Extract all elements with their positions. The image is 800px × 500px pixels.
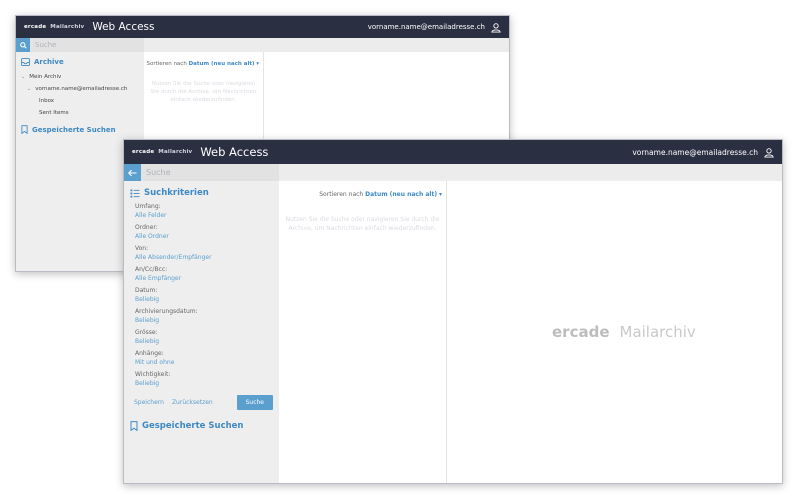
- chevron-down-icon[interactable]: ⌄: [21, 74, 25, 80]
- criteria-value[interactable]: Alle Ordner: [135, 233, 273, 240]
- user-email[interactable]: vorname.name@emailadresse.ch: [632, 148, 758, 157]
- saved-search-icon: [130, 421, 138, 431]
- criteria-from[interactable]: Von: Alle Absender/Empfänger: [130, 245, 273, 261]
- archive-icon: [21, 58, 30, 66]
- search-submit-button[interactable]: Suche: [236, 395, 273, 410]
- criteria-value[interactable]: Mit und ohne: [135, 359, 273, 366]
- brand-logo: ercade: [132, 149, 155, 155]
- sort-value[interactable]: Datum (neu nach alt): [365, 191, 437, 198]
- tree-item-label: Inbox: [39, 98, 55, 104]
- sort-prefix: Sortieren nach: [319, 191, 364, 198]
- back-arrow-icon: [128, 169, 137, 176]
- criteria-value[interactable]: Beliebig: [135, 338, 273, 345]
- criteria-title: Suchkriterien: [144, 188, 209, 198]
- criteria-label: An/Cc/Bcc:: [135, 266, 168, 273]
- tree-item-mailbox[interactable]: ⌄ vorname.name@emailadresse.ch: [21, 86, 139, 92]
- search-button[interactable]: [16, 38, 30, 52]
- criteria-size[interactable]: Grösse: Beliebig: [130, 329, 273, 345]
- tree-item-mein-archiv[interactable]: ⌄ Mein Archiv: [21, 74, 139, 80]
- sort-control[interactable]: Sortieren nach Datum (neu nach alt) ▾: [144, 52, 263, 67]
- search-bar: Suche: [16, 38, 509, 52]
- search-bar: Suche: [124, 164, 782, 181]
- user-email[interactable]: vorname.name@emailadresse.ch: [368, 23, 485, 31]
- criteria-actions: Speichern Zurücksetzen Suche: [130, 395, 273, 410]
- sort-control[interactable]: Sortieren nach Datum (neu nach alt) ▾: [279, 181, 446, 198]
- search-window: ercade Mailarchiv Web Access vorname.nam…: [123, 139, 783, 484]
- reset-button[interactable]: Zurücksetzen: [172, 399, 213, 406]
- chevron-down-icon[interactable]: ⌄: [27, 86, 31, 92]
- logo-wordmark: ercade: [552, 323, 610, 341]
- archive-title: Archive: [34, 58, 64, 66]
- saved-search-icon: [21, 125, 28, 134]
- criteria-importance[interactable]: Wichtigkeit: Beliebig: [130, 371, 273, 387]
- sort-prefix: Sortieren nach: [146, 61, 187, 67]
- criteria-archive-date[interactable]: Archivierungsdatum: Beliebig: [130, 308, 273, 324]
- tree-item-label: vorname.name@emailadresse.ch: [35, 86, 128, 92]
- criteria-label: Grösse:: [135, 329, 158, 336]
- criteria-label: Anhänge:: [135, 350, 164, 357]
- empty-hint: Nutzen Sie die Suche oder navigieren Sie…: [285, 216, 440, 232]
- criteria-section-title: Suchkriterien: [130, 188, 273, 198]
- reading-pane: ercade Mailarchiv: [447, 181, 782, 483]
- sort-value[interactable]: Datum (neu nach alt): [189, 61, 255, 67]
- logo-product-name: Mailarchiv: [619, 323, 696, 341]
- filter-list-icon: [130, 188, 140, 198]
- criteria-scope[interactable]: Umfang: Alle Felder: [130, 203, 273, 219]
- criteria-recipients[interactable]: An/Cc/Bcc: Alle Empfänger: [130, 266, 273, 282]
- criteria-folder[interactable]: Ordner: Alle Ordner: [130, 224, 273, 240]
- criteria-value[interactable]: Beliebig: [135, 296, 273, 303]
- saved-searches-title: Gespeicherte Suchen: [32, 125, 116, 134]
- app-title: Web Access: [200, 145, 269, 159]
- criteria-label: Archivierungsdatum:: [135, 308, 198, 315]
- brand-logo: ercade: [24, 24, 47, 30]
- tree-item-sent-items[interactable]: Sent Items: [21, 110, 139, 116]
- search-icon: [19, 41, 27, 49]
- saved-searches-title: Gespeicherte Suchen: [142, 421, 244, 431]
- criteria-value[interactable]: Alle Absender/Empfänger: [135, 254, 273, 261]
- tree-item-label: Mein Archiv: [29, 74, 62, 80]
- criteria-value[interactable]: Alle Felder: [135, 212, 273, 219]
- empty-hint: Nutzen Sie die Suche oder navigieren Sie…: [150, 81, 257, 103]
- criteria-attachments[interactable]: Anhänge: Mit und ohne: [130, 350, 273, 366]
- search-input[interactable]: Suche: [141, 164, 279, 181]
- archive-section-title[interactable]: Archive: [21, 58, 139, 66]
- back-button[interactable]: [124, 164, 141, 181]
- criteria-label: Von:: [135, 245, 149, 252]
- saved-searches-section[interactable]: Gespeicherte Suchen: [130, 421, 273, 431]
- save-button[interactable]: Speichern: [134, 399, 164, 406]
- criteria-value[interactable]: Beliebig: [135, 380, 273, 387]
- tree-item-label: Sent Items: [39, 110, 69, 116]
- saved-searches-section[interactable]: Gespeicherte Suchen: [21, 125, 139, 134]
- chevron-down-icon[interactable]: ▾: [256, 61, 259, 67]
- user-icon[interactable]: [764, 147, 774, 158]
- criteria-label: Datum:: [135, 287, 158, 294]
- user-icon[interactable]: [491, 22, 501, 33]
- brand-subtitle: Mailarchiv: [50, 24, 85, 30]
- criteria-sidebar: Suchkriterien Umfang: Alle Felder Ordner…: [124, 181, 279, 483]
- criteria-label: Ordner:: [135, 224, 158, 231]
- app-title: Web Access: [92, 21, 155, 33]
- criteria-value[interactable]: Beliebig: [135, 317, 273, 324]
- criteria-value[interactable]: Alle Empfänger: [135, 275, 273, 282]
- tree-item-inbox[interactable]: Inbox: [21, 98, 139, 104]
- search-input[interactable]: Suche: [30, 38, 144, 52]
- top-bar: ercade Mailarchiv Web Access vorname.nam…: [16, 16, 509, 38]
- top-bar: ercade Mailarchiv Web Access vorname.nam…: [124, 140, 782, 164]
- criteria-date[interactable]: Datum: Beliebig: [130, 287, 273, 303]
- product-logo: ercade Mailarchiv: [552, 323, 696, 341]
- chevron-down-icon[interactable]: ▾: [439, 191, 442, 198]
- brand-subtitle: Mailarchiv: [158, 149, 193, 155]
- criteria-label: Umfang:: [135, 203, 161, 210]
- criteria-label: Wichtigkeit:: [135, 371, 171, 378]
- message-list: Sortieren nach Datum (neu nach alt) ▾ Nu…: [279, 181, 447, 483]
